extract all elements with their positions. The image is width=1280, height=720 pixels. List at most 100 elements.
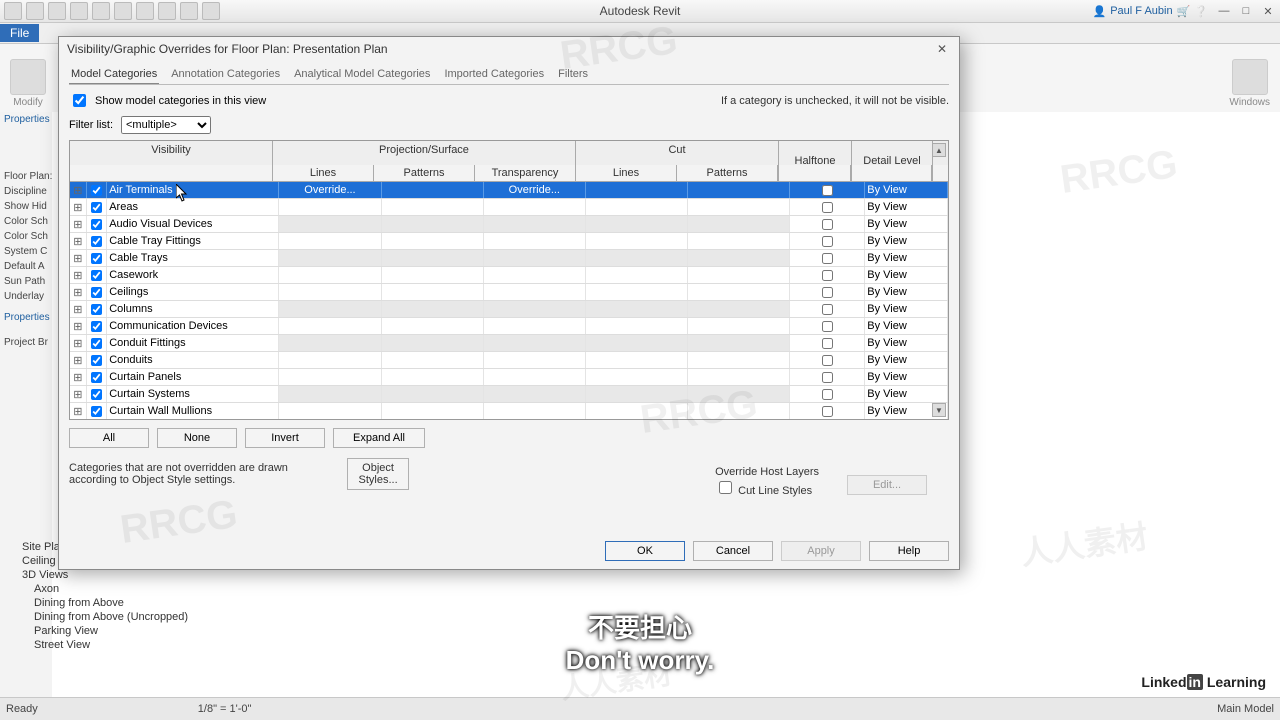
expand-icon[interactable]: ⊞ (70, 267, 87, 283)
none-button[interactable]: None (157, 428, 237, 448)
row-halftone[interactable] (790, 335, 865, 351)
ok-button[interactable]: OK (605, 541, 685, 561)
expand-icon[interactable]: ⊞ (70, 199, 87, 215)
row-proj-patterns[interactable] (382, 216, 484, 232)
row-cut-lines[interactable] (586, 284, 688, 300)
row-proj-transparency[interactable] (484, 233, 586, 249)
row-visibility-checkbox[interactable] (91, 304, 102, 315)
row-cut-lines[interactable] (586, 233, 688, 249)
row-proj-patterns[interactable] (382, 335, 484, 351)
expand-icon[interactable]: ⊞ (70, 233, 87, 249)
table-row[interactable]: ⊞ColumnsBy View (70, 301, 948, 318)
row-proj-lines[interactable] (279, 199, 381, 215)
row-cut-patterns[interactable] (688, 318, 790, 334)
table-row[interactable]: ⊞Audio Visual DevicesBy View (70, 216, 948, 233)
close-button[interactable]: ✕ (1260, 4, 1276, 18)
expand-icon[interactable]: ⊞ (70, 216, 87, 232)
row-halftone[interactable] (790, 386, 865, 402)
row-cut-lines[interactable] (586, 267, 688, 283)
row-cut-lines[interactable] (586, 250, 688, 266)
row-proj-transparency[interactable] (484, 318, 586, 334)
row-proj-transparency[interactable] (484, 267, 586, 283)
row-proj-patterns[interactable] (382, 352, 484, 368)
expand-icon[interactable]: ⊞ (70, 301, 87, 317)
row-proj-lines[interactable] (279, 216, 381, 232)
row-visibility-checkbox[interactable] (91, 338, 102, 349)
row-proj-patterns[interactable] (382, 267, 484, 283)
tab-annotation-categories[interactable]: Annotation Categories (169, 65, 282, 84)
table-row[interactable]: ⊞Cable Tray FittingsBy View (70, 233, 948, 250)
row-visibility-checkbox[interactable] (91, 270, 102, 281)
row-proj-lines[interactable] (279, 352, 381, 368)
table-row[interactable]: ⊞Curtain Wall MullionsBy View (70, 403, 948, 420)
expand-icon[interactable]: ⊞ (70, 335, 87, 351)
expand-icon[interactable]: ⊞ (70, 369, 87, 385)
row-proj-lines[interactable] (279, 386, 381, 402)
browser-item[interactable]: Street View (2, 638, 222, 652)
user-account[interactable]: 👤 Paul F Aubin 🛒 ❔ (1093, 5, 1208, 18)
row-visibility-checkbox[interactable] (91, 389, 102, 400)
tab-analytical-model-categories[interactable]: Analytical Model Categories (292, 65, 432, 84)
cancel-button[interactable]: Cancel (693, 541, 773, 561)
object-styles-button[interactable]: Object Styles... (347, 458, 409, 490)
minimize-button[interactable]: — (1216, 4, 1232, 18)
tab-imported-categories[interactable]: Imported Categories (442, 65, 546, 84)
row-visibility-checkbox[interactable] (91, 321, 102, 332)
browser-item[interactable]: Axon (2, 582, 222, 596)
row-cut-patterns[interactable] (688, 403, 790, 419)
properties-link[interactable]: Properties (0, 310, 52, 325)
row-cut-patterns[interactable] (688, 233, 790, 249)
row-halftone[interactable] (790, 216, 865, 232)
row-cut-patterns[interactable] (688, 216, 790, 232)
expand-all-button[interactable]: Expand All (333, 428, 425, 448)
row-visibility-checkbox[interactable] (91, 355, 102, 366)
row-proj-lines[interactable] (279, 301, 381, 317)
row-halftone[interactable] (790, 403, 865, 419)
row-halftone[interactable] (790, 352, 865, 368)
show-model-checkbox[interactable] (73, 94, 86, 107)
browser-item[interactable]: Dining from Above (2, 596, 222, 610)
apply-button[interactable]: Apply (781, 541, 861, 561)
row-cut-patterns[interactable] (688, 335, 790, 351)
table-row[interactable]: ⊞Communication DevicesBy View (70, 318, 948, 335)
scroll-up-icon[interactable]: ▲ (932, 143, 946, 157)
row-halftone[interactable] (790, 233, 865, 249)
row-cut-lines[interactable] (586, 318, 688, 334)
cart-icon[interactable]: 🛒 (1177, 5, 1191, 18)
row-proj-lines[interactable] (279, 284, 381, 300)
row-halftone[interactable] (790, 369, 865, 385)
row-proj-lines[interactable] (279, 318, 381, 334)
row-detail-level[interactable]: By View (865, 216, 948, 232)
quick-access-toolbar[interactable] (4, 2, 220, 20)
row-visibility-checkbox[interactable] (91, 185, 102, 196)
row-cut-lines[interactable] (586, 301, 688, 317)
view-scale[interactable]: 1/8" = 1'-0" (198, 703, 252, 715)
row-halftone[interactable] (790, 284, 865, 300)
dialog-close-button[interactable]: ✕ (933, 40, 951, 58)
row-cut-patterns[interactable] (688, 250, 790, 266)
row-proj-patterns[interactable] (382, 250, 484, 266)
row-proj-patterns[interactable] (382, 403, 484, 419)
row-proj-transparency[interactable] (484, 199, 586, 215)
row-detail-level[interactable]: By View (865, 335, 948, 351)
invert-button[interactable]: Invert (245, 428, 325, 448)
windows-icon[interactable] (1232, 59, 1268, 95)
help-icon[interactable]: ❔ (1194, 5, 1208, 18)
row-visibility-checkbox[interactable] (91, 202, 102, 213)
row-proj-transparency[interactable] (484, 216, 586, 232)
row-cut-lines[interactable] (586, 386, 688, 402)
cut-line-styles-checkbox[interactable] (719, 481, 732, 494)
row-visibility-checkbox[interactable] (91, 219, 102, 230)
row-halftone[interactable] (790, 301, 865, 317)
row-proj-patterns[interactable] (382, 182, 484, 198)
row-proj-transparency[interactable] (484, 284, 586, 300)
row-cut-patterns[interactable] (688, 301, 790, 317)
row-cut-lines[interactable] (586, 352, 688, 368)
expand-icon[interactable]: ⊞ (70, 318, 87, 334)
row-halftone[interactable] (790, 267, 865, 283)
row-cut-lines[interactable] (586, 335, 688, 351)
table-row[interactable]: ⊞AreasBy View (70, 199, 948, 216)
expand-icon[interactable]: ⊞ (70, 386, 87, 402)
row-detail-level[interactable]: By View (865, 301, 948, 317)
table-row[interactable]: ⊞Conduit FittingsBy View (70, 335, 948, 352)
